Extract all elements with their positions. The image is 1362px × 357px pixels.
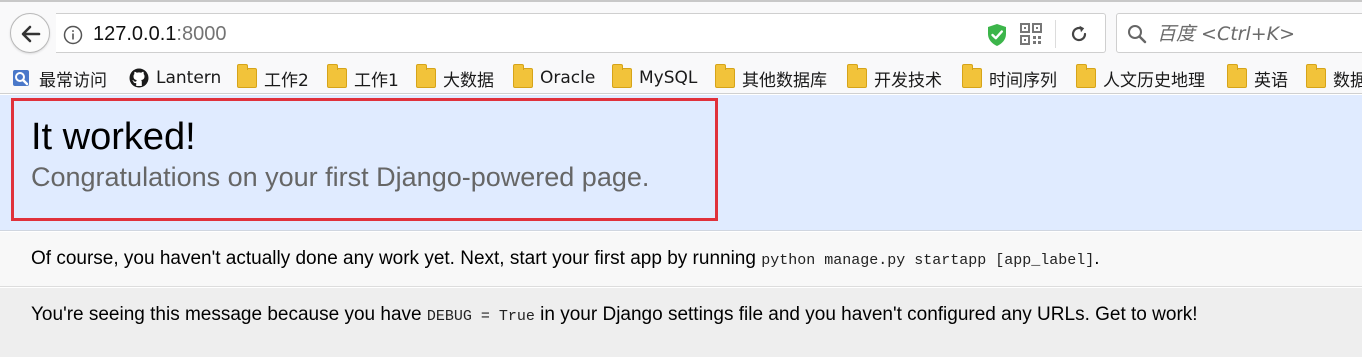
bookmark-folder-english[interactable]: 英语 [1227,64,1288,91]
bookmark-folder-oracle[interactable]: Oracle [513,64,596,89]
bookmark-label: Oracle [540,68,596,88]
bookmark-folder-dev-tech[interactable]: 开发技术 [847,64,942,91]
folder-icon [1306,64,1326,88]
bookmark-label: 其他数据库 [742,70,827,91]
explanation-text-before: You're seeing this message because you h… [31,304,427,325]
startapp-command: python manage.py startapp [app_label] [761,252,1095,269]
bookmark-folder-mysql[interactable]: MySQL [612,64,698,89]
bookmark-label: MySQL [639,68,698,88]
folder-icon [237,64,257,88]
debug-setting-code: DEBUG = True [426,308,535,325]
instructions-text-after: . [1094,248,1100,269]
site-info-icon[interactable] [63,25,83,45]
bookmark-folder-big-data[interactable]: 大数据 [416,64,494,91]
search-icon [1128,25,1147,44]
explanation-text: You're seeing this message because you h… [31,303,1198,329]
bookmarks-toolbar: 最常访问 Lantern 工作2 工作1 大数据 Oracle MySQL 其他… [0,62,1362,94]
folder-icon [416,64,436,88]
back-button[interactable] [10,13,50,53]
page-title: It worked! [31,116,196,158]
search-placeholder: 百度 <Ctrl+K> [1157,23,1296,45]
bookmark-folder-data[interactable]: 数据 [1306,64,1362,91]
folder-icon [513,64,533,88]
folder-icon [962,64,982,88]
folder-icon [1076,64,1096,88]
bookmark-folder-time-series[interactable]: 时间序列 [962,64,1057,91]
explanation-section: You're seeing this message because you h… [0,288,1362,357]
instructions-text-before: Of course, you haven't actually done any… [31,248,762,269]
qr-code-icon[interactable] [1020,23,1042,45]
bookmark-label: 大数据 [443,70,494,91]
bookmark-label: 最常访问 [39,70,107,91]
bookmark-label: 人文历史地理 [1103,70,1205,91]
folder-icon [327,64,347,88]
bookmark-label: 数据 [1333,70,1362,91]
bookmark-folder-work2[interactable]: 工作2 [237,64,309,91]
bookmark-folder-other-databases[interactable]: 其他数据库 [715,64,827,91]
address-bar[interactable]: 127.0.0.1:8000 [56,13,1106,53]
instructions-text: Of course, you haven't actually done any… [31,247,1100,273]
browser-toolbar: 127.0.0.1:8000 百度 <Ctrl+K> [0,0,1362,62]
bookmark-label: 英语 [1254,70,1288,91]
instructions-section: Of course, you haven't actually done any… [0,232,1362,287]
bookmark-label: 工作2 [264,70,309,91]
folder-icon [847,64,867,88]
shield-icon[interactable] [986,23,1008,47]
bookmark-label: 时间序列 [989,70,1057,91]
page-content: It worked! Congratulations on your first… [0,95,1362,357]
folder-icon [715,64,735,88]
bookmark-folder-humanities[interactable]: 人文历史地理 [1076,64,1205,91]
folder-icon [1227,64,1247,88]
github-icon [129,68,149,88]
summary-section: It worked! Congratulations on your first… [0,95,1362,231]
bookmark-lantern[interactable]: Lantern [129,67,221,89]
url-host: 127.0.0.1 [93,23,177,45]
url-bar-divider [1055,20,1056,48]
page-subtitle: Congratulations on your first Django-pow… [31,162,650,192]
bookmark-label: Lantern [156,68,222,88]
reload-icon[interactable] [1069,24,1089,44]
url-text[interactable]: 127.0.0.1:8000 [93,23,226,45]
most-visited-icon [13,70,29,86]
bookmark-label: 开发技术 [874,70,942,91]
back-arrow-icon [21,25,41,43]
bookmark-label: 工作1 [354,70,399,91]
url-port: :8000 [176,23,227,45]
search-box[interactable]: 百度 <Ctrl+K> [1116,13,1362,53]
bookmark-most-visited[interactable]: 最常访问 [12,67,107,91]
folder-icon [612,64,632,88]
explanation-text-after: in your Django settings file and you hav… [534,304,1198,325]
bookmark-folder-work1[interactable]: 工作1 [327,64,399,91]
